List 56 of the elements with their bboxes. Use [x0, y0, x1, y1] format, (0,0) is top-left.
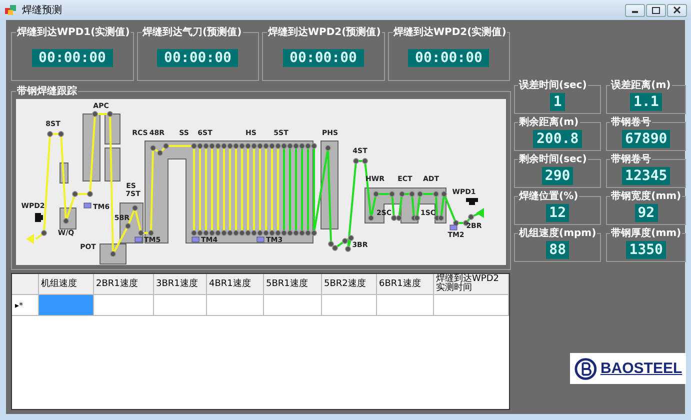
marker-icon — [84, 202, 92, 208]
group-title: 误差距离(m) — [610, 78, 672, 92]
maximize-button[interactable] — [646, 4, 666, 16]
group-title: 带钢厚度(mm) — [610, 226, 682, 240]
group-title: 剩余时间(sec) — [518, 152, 588, 166]
arrow-icon — [476, 208, 484, 218]
column-header[interactable]: 机组速度 — [39, 274, 94, 294]
group-title: 带钢宽度(mm) — [610, 189, 682, 203]
time-display: 00:00:00 — [282, 49, 364, 67]
group-title: 带钢焊缝跟踪 — [16, 84, 78, 98]
time-display: 00:00:00 — [408, 49, 490, 67]
marker-icon — [256, 236, 264, 242]
close-icon — [673, 6, 681, 14]
logo-icon — [574, 356, 598, 380]
value-display: 67890 — [622, 130, 670, 148]
column-header[interactable]: 3BR1速度 — [154, 274, 207, 294]
logo-text: BAOSTEEL — [600, 360, 682, 377]
minimize-button[interactable] — [625, 4, 645, 16]
arrow-icon — [26, 234, 34, 244]
column-header[interactable]: 5BR2速度 — [322, 274, 377, 294]
value-display: 12 — [546, 204, 569, 222]
marker-icon — [134, 236, 142, 242]
column-header[interactable]: 6BR1速度 — [377, 274, 434, 294]
value-display: 1.1 — [630, 92, 662, 110]
value-display: 12345 — [622, 166, 670, 184]
group-title: 误差时间(sec) — [518, 78, 588, 92]
table-cell[interactable] — [39, 295, 94, 315]
group-title: 焊缝到达WPD1(实测值) — [16, 25, 131, 39]
value-display: 1 — [550, 92, 565, 110]
column-header[interactable]: 2BR1速度 — [94, 274, 154, 294]
group-title: 带钢卷号 — [610, 152, 652, 166]
column-header[interactable]: 5BR1速度 — [264, 274, 322, 294]
sensor-icon — [466, 198, 478, 205]
marker-icon — [450, 224, 458, 230]
value-display: 92 — [634, 204, 658, 222]
close-button[interactable] — [667, 4, 687, 16]
window-title: 焊缝预测 — [22, 4, 62, 17]
value-display: 290 — [542, 166, 574, 184]
group-title: 焊缝到达WPD2(预测值) — [267, 26, 382, 39]
app-icon — [4, 3, 18, 17]
value-display: 88 — [546, 240, 569, 258]
group-title: 机组速度(mpm) — [518, 226, 598, 240]
marker-icon — [192, 236, 200, 242]
value-display: 200.8 — [533, 130, 582, 148]
group-title: 剩余距离(m) — [518, 115, 580, 129]
sensor-icon — [35, 213, 43, 222]
value-display: 1350 — [626, 240, 666, 258]
maximize-icon — [652, 6, 660, 14]
group-title: 带钢卷号 — [610, 116, 652, 129]
time-display: 00:00:00 — [32, 49, 113, 67]
column-header[interactable]: 4BR1速度 — [207, 274, 264, 294]
group-title: 焊缝到达WPD2(实测值) — [392, 25, 508, 39]
column-header[interactable]: 焊缝到达WPD2实测时间 — [434, 274, 509, 294]
group-title: 焊缝位置(%) — [518, 190, 580, 203]
group-title: 焊缝到达气刀(预测值) — [142, 26, 243, 39]
time-display: 00:00:00 — [157, 49, 238, 67]
